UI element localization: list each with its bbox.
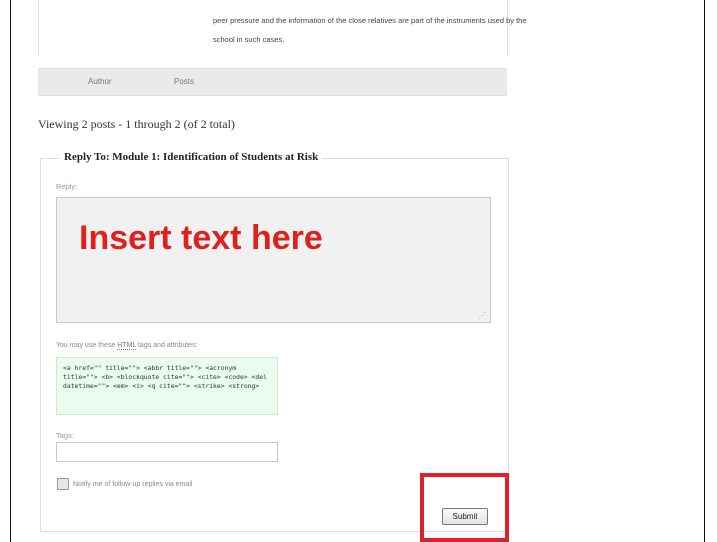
allowed-tags-code: <a href="" title=""> <abbr title=""> <ac… bbox=[56, 357, 278, 415]
previous-post: peer pressure and the information of the… bbox=[38, 0, 527, 56]
notify-checkbox[interactable] bbox=[57, 478, 69, 490]
tags-label: Tags: bbox=[56, 431, 74, 440]
reply-label: Reply: bbox=[56, 182, 78, 191]
tags-input[interactable] bbox=[56, 442, 278, 462]
post-content: peer pressure and the information of the… bbox=[213, 16, 527, 44]
posts-table-header: Author Posts bbox=[38, 68, 507, 96]
html-abbreviation: HTML bbox=[117, 342, 137, 350]
notify-label: Notify me of follow-up replies via email bbox=[73, 481, 193, 488]
resize-handle-icon[interactable]: ⋰ bbox=[478, 312, 486, 320]
submit-button[interactable]: Submit bbox=[442, 508, 488, 525]
author-column-header: Author bbox=[88, 77, 112, 86]
allowed-tags-note: You may use these HTML tags and attribut… bbox=[56, 342, 198, 350]
pagination-count: Viewing 2 posts - 1 through 2 (of 2 tota… bbox=[38, 117, 235, 131]
reply-textarea[interactable]: Insert text here ⋰ bbox=[56, 197, 491, 323]
reply-form-title: Reply To: Module 1: Identification of St… bbox=[60, 151, 323, 163]
posts-column-header: Posts bbox=[174, 77, 195, 86]
insert-text-overlay: Insert text here bbox=[79, 219, 323, 257]
page-right-border bbox=[704, 0, 705, 542]
page-left-border bbox=[10, 0, 11, 542]
allowed-tags-suffix: tags and attributes: bbox=[136, 342, 198, 349]
allowed-tags-prefix: You may use these bbox=[56, 342, 118, 349]
